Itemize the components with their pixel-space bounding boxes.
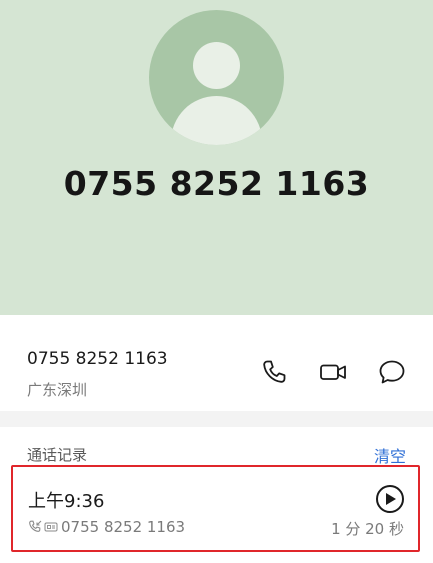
clear-history-button[interactable]: 清空 xyxy=(374,443,406,467)
header-phone-number: 0755 8252 1163 xyxy=(63,164,370,203)
call-record-duration: 1 分 20 秒 xyxy=(331,520,404,538)
contact-avatar xyxy=(149,10,284,145)
contact-header: 0755 8252 1163 xyxy=(0,0,433,315)
phone-icon xyxy=(263,360,286,383)
call-record-number: 0755 8252 1163 xyxy=(61,518,186,536)
message-button[interactable] xyxy=(377,357,407,387)
call-history-title: 通话记录 xyxy=(27,446,88,464)
call-record-item[interactable]: 上午9:36 0755 8252 1163 1 分 20 秒 xyxy=(11,465,420,552)
message-icon xyxy=(379,360,405,384)
sim-card-icon xyxy=(44,522,58,532)
call-record-details: 0755 8252 1163 xyxy=(28,518,185,536)
call-button[interactable] xyxy=(259,357,289,387)
avatar-body-shape xyxy=(171,96,262,145)
incoming-call-icon xyxy=(29,520,42,532)
video-call-icon xyxy=(320,364,346,380)
video-call-button[interactable] xyxy=(318,357,348,387)
contact-phone-number[interactable]: 0755 8252 1163 xyxy=(27,349,168,369)
avatar-head-shape xyxy=(193,42,240,89)
contact-location: 广东深圳 xyxy=(27,381,88,399)
contact-info-row: 0755 8252 1163 广东深圳 xyxy=(0,315,433,411)
section-divider xyxy=(0,411,433,427)
play-icon xyxy=(386,493,396,505)
call-record-time: 上午9:36 xyxy=(28,491,105,512)
play-recording-button[interactable] xyxy=(376,485,404,513)
